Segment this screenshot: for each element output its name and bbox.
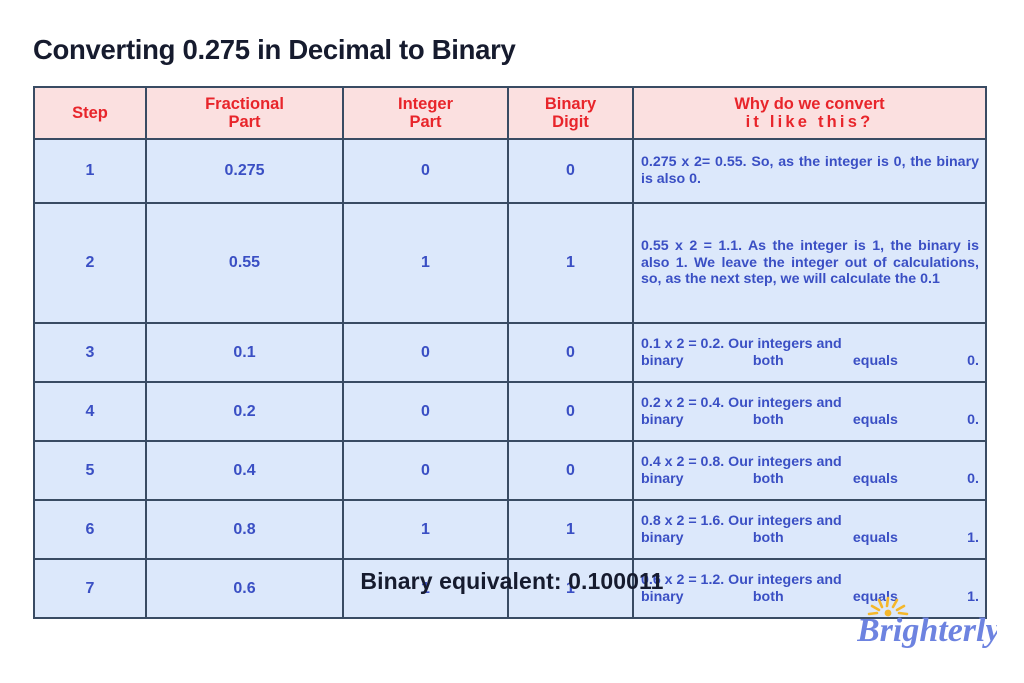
cell-why-line2: binary both equals 0. xyxy=(641,411,979,428)
table-row: 6 0.8 1 1 0.8 x 2 = 1.6. Our integers an… xyxy=(33,499,987,560)
cell-binary-digit: 0 xyxy=(507,440,634,501)
cell-fractional-part: 0.2 xyxy=(145,381,344,442)
cell-fractional-part: 0.275 xyxy=(145,138,344,204)
infographic-page: Converting 0.275 in Decimal to Binary St… xyxy=(0,0,1024,683)
table-row: 2 0.55 1 1 0.55 x 2 = 1.1. As the intege… xyxy=(33,202,987,324)
cell-fractional-part: 0.4 xyxy=(145,440,344,501)
cell-why: 0.1 x 2 = 0.2. Our integers and binary bo… xyxy=(632,322,987,383)
cell-integer-part: 0 xyxy=(342,381,509,442)
column-header-fractional-part-line1: Fractional xyxy=(205,94,284,113)
binary-equivalent-result: Binary equivalent: 0.100011 xyxy=(360,568,664,594)
cell-step: 3 xyxy=(33,322,147,383)
cell-step: 4 xyxy=(33,381,147,442)
cell-integer-part: 0 xyxy=(342,440,509,501)
cell-step: 5 xyxy=(33,440,147,501)
table-header: Step Fractional Part Integer Part Binary… xyxy=(33,86,987,140)
brighterly-logo: Brighterly xyxy=(857,596,997,654)
brighterly-wordmark: Brighterly xyxy=(857,612,997,649)
cell-binary-digit: 1 xyxy=(507,202,634,324)
cell-binary-digit: 0 xyxy=(507,322,634,383)
column-header-why: Why do we convert it like this? xyxy=(632,86,987,140)
column-header-why-line2: it like this? xyxy=(745,113,874,131)
cell-step: 2 xyxy=(33,202,147,324)
table-row: 5 0.4 0 0 0.4 x 2 = 0.8. Our integers an… xyxy=(33,440,987,501)
cell-why-line1: 0.8 x 2 = 1.6. Our integers and xyxy=(641,512,842,529)
column-header-binary-digit: Binary Digit xyxy=(507,86,634,140)
page-title: Converting 0.275 in Decimal to Binary xyxy=(33,34,516,65)
column-header-step: Step xyxy=(33,86,147,140)
column-header-integer-part: Integer Part xyxy=(342,86,509,140)
cell-why-line1: 0.2 x 2 = 0.4. Our integers and xyxy=(641,394,842,411)
column-header-binary-digit-line1: Binary xyxy=(544,94,597,113)
cell-fractional-part: 0.8 xyxy=(145,499,344,560)
cell-integer-part: 1 xyxy=(342,499,509,560)
table-row: 1 0.275 0 0 0.275 x 2= 0.55. So, as the … xyxy=(33,138,987,204)
cell-step: 1 xyxy=(33,138,147,204)
column-header-integer-part-line2: Part xyxy=(409,113,442,131)
table-row: 4 0.2 0 0 0.2 x 2 = 0.4. Our integers an… xyxy=(33,381,987,442)
column-header-fractional-part-line2: Part xyxy=(228,113,261,131)
table-body: 1 0.275 0 0 0.275 x 2= 0.55. So, as the … xyxy=(33,138,987,619)
cell-integer-part: 0 xyxy=(342,138,509,204)
cell-why: 0.275 x 2= 0.55. So, as the integer is 0… xyxy=(632,138,987,204)
cell-fractional-part: 0.1 xyxy=(145,322,344,383)
column-header-integer-part-line1: Integer xyxy=(397,94,453,113)
cell-why: 0.8 x 2 = 1.6. Our integers and binary bo… xyxy=(632,499,987,560)
cell-binary-digit: 0 xyxy=(507,381,634,442)
cell-step: 6 xyxy=(33,499,147,560)
cell-why-line2: binary both equals 1. xyxy=(641,529,979,546)
cell-fractional-part: 0.55 xyxy=(145,202,344,324)
cell-why-line2: binary both equals 0. xyxy=(641,352,979,369)
table-header-row: Step Fractional Part Integer Part Binary… xyxy=(33,86,987,140)
cell-why-line1: 0.4 x 2 = 0.8. Our integers and xyxy=(641,453,842,470)
cell-why: 0.2 x 2 = 0.4. Our integers and binary bo… xyxy=(632,381,987,442)
column-header-fractional-part: Fractional Part xyxy=(145,86,344,140)
column-header-why-line1: Why do we convert xyxy=(734,94,885,113)
cell-why-line1: 0.1 x 2 = 0.2. Our integers and xyxy=(641,335,842,352)
cell-why: 0.4 x 2 = 0.8. Our integers and binary bo… xyxy=(632,440,987,501)
table-row: 3 0.1 0 0 0.1 x 2 = 0.2. Our integers an… xyxy=(33,322,987,383)
cell-why: 0.55 x 2 = 1.1. As the integer is 1, the… xyxy=(632,202,987,324)
column-header-binary-digit-line2: Digit xyxy=(552,113,589,131)
cell-why-line2: binary both equals 0. xyxy=(641,470,979,487)
cell-binary-digit: 1 xyxy=(507,499,634,560)
cell-binary-digit: 0 xyxy=(507,138,634,204)
conversion-table: Step Fractional Part Integer Part Binary… xyxy=(33,86,987,619)
brighterly-logo-svg: Brighterly xyxy=(857,596,997,649)
cell-integer-part: 1 xyxy=(342,202,509,324)
cell-integer-part: 0 xyxy=(342,322,509,383)
column-header-step-label: Step xyxy=(72,103,108,122)
